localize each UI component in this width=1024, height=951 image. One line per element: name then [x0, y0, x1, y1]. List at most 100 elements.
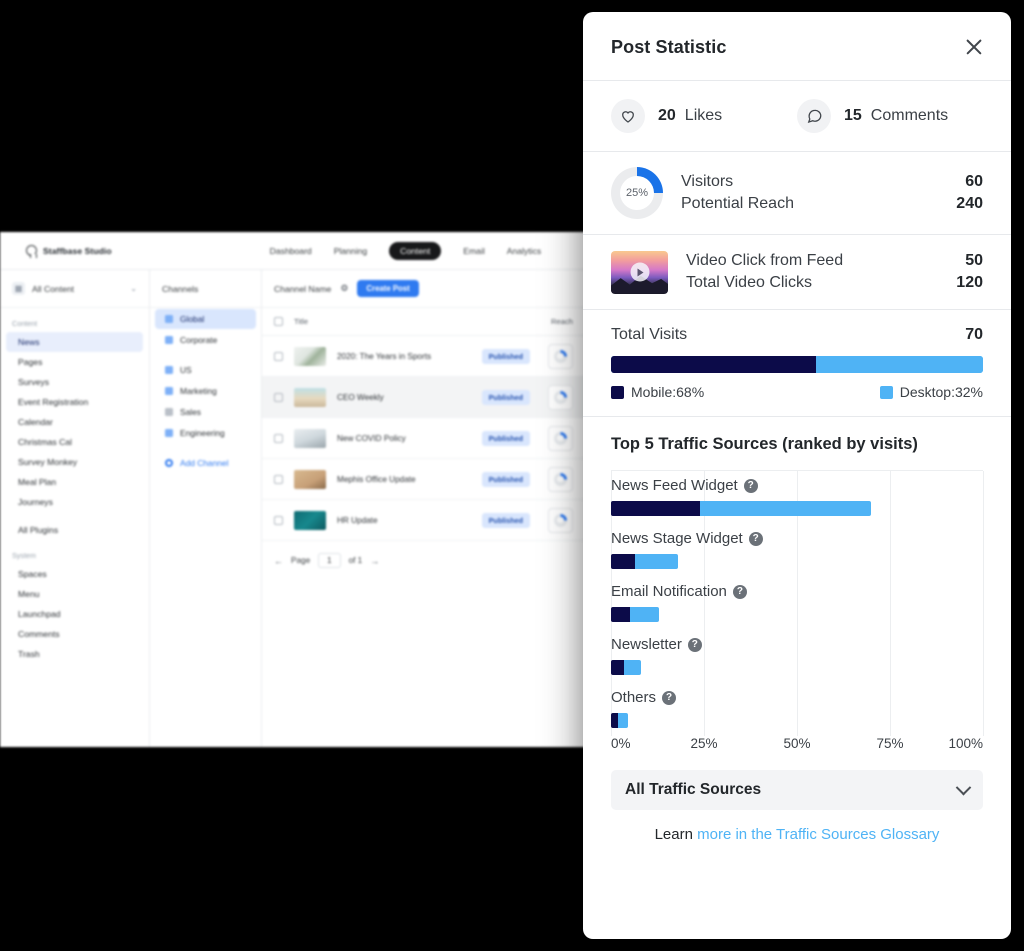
sidebar-item-survey-monkey[interactable]: Survey Monkey — [6, 452, 143, 472]
sidebar-section-system: System — [0, 540, 149, 564]
table-header: Title Reach — [262, 308, 585, 336]
sidebar-item-calendar[interactable]: Calendar — [6, 412, 143, 432]
sidebar-item-news[interactable]: News — [6, 332, 143, 352]
total-video-clicks-label: Total Video Clicks — [686, 274, 956, 292]
chart-bar-segment-mobile — [611, 660, 624, 675]
chart-stacked-bar — [611, 501, 871, 516]
comments-count: 15 — [844, 107, 862, 125]
traffic-sources-title: Top 5 Traffic Sources (ranked by visits) — [611, 435, 983, 454]
arrow-left-icon[interactable]: ← — [274, 556, 283, 566]
channel-item-engineering[interactable]: Engineering — [155, 423, 256, 443]
nav-item-analytics[interactable]: Analytics — [507, 246, 541, 256]
studio-nav: Dashboard Planning Content Email Analyti… — [270, 242, 542, 260]
sidebar-item-christmas-cal[interactable]: Christmas Cal — [6, 432, 143, 452]
content-header: Channel Name ⚙ Create Post — [262, 270, 585, 308]
table-row[interactable]: HR Update Published — [262, 500, 585, 541]
sidebar-item-menu[interactable]: Menu — [6, 584, 143, 604]
row-title: 2020: The Years in Sports — [337, 352, 482, 361]
sidebar-item-meal-plan[interactable]: Meal Plan — [6, 472, 143, 492]
chart-bars: News Feed Widget?News Stage Widget?Email… — [611, 471, 983, 736]
sidebar-item-trash[interactable]: Trash — [6, 644, 143, 664]
channel-item-global[interactable]: Global — [155, 309, 256, 329]
nav-item-content[interactable]: Content — [389, 242, 441, 260]
reach-indicator — [548, 508, 573, 533]
close-icon[interactable] — [961, 34, 987, 60]
heart-icon — [611, 99, 645, 133]
sidebar-item-surveys[interactable]: Surveys — [6, 372, 143, 392]
nav-item-planning[interactable]: Planning — [334, 246, 367, 256]
channel-item-sales[interactable]: Sales — [155, 402, 256, 422]
channel-square-icon — [165, 336, 173, 344]
add-channel-label: Add Channel — [180, 458, 228, 468]
question-mark-icon[interactable]: ? — [749, 532, 763, 546]
sidebar-item-all-plugins[interactable]: All Plugins — [6, 520, 143, 540]
sidebar-item-event-registration[interactable]: Event Registration — [6, 392, 143, 412]
table-row[interactable]: CEO Weekly Published — [262, 377, 585, 418]
chart-category-text: Newsletter — [611, 636, 682, 653]
table-row[interactable]: New COVID Policy Published — [262, 418, 585, 459]
nav-item-dashboard[interactable]: Dashboard — [270, 246, 312, 256]
chevron-down-icon: ⌄ — [130, 284, 137, 293]
sidebar-item-launchpad[interactable]: Launchpad — [6, 604, 143, 624]
chart-row: News Feed Widget? — [611, 471, 983, 524]
studio-topbar: Staffbase Studio Dashboard Planning Cont… — [0, 232, 585, 270]
sidebar-item-journeys[interactable]: Journeys — [6, 492, 143, 512]
brand-name: Staffbase Studio — [43, 246, 112, 256]
question-mark-icon[interactable]: ? — [744, 479, 758, 493]
all-content-filter[interactable]: ▦ All Content ⌄ — [0, 270, 149, 308]
row-title: New COVID Policy — [337, 434, 482, 443]
panel-footer: All Traffic Sources Learn more in the Tr… — [583, 762, 1011, 863]
row-checkbox[interactable] — [274, 475, 283, 484]
visits-desktop-segment — [816, 356, 983, 373]
gear-icon[interactable]: ⚙ — [340, 283, 348, 294]
comment-icon — [797, 99, 831, 133]
potential-reach-value: 240 — [956, 195, 983, 213]
column-header-reach: Reach — [551, 317, 573, 326]
table-row[interactable]: 2020: The Years in Sports Published — [262, 336, 585, 377]
channels-gap-2 — [150, 444, 261, 452]
sidebar-item-pages[interactable]: Pages — [6, 352, 143, 372]
reach-donut-icon — [554, 514, 567, 527]
table-row[interactable]: Mephis Office Update Published — [262, 459, 585, 500]
question-mark-icon[interactable]: ? — [662, 691, 676, 705]
row-checkbox[interactable] — [274, 434, 283, 443]
question-mark-icon[interactable]: ? — [733, 585, 747, 599]
all-traffic-sources-select[interactable]: All Traffic Sources — [611, 770, 983, 810]
chart-stacked-bar — [611, 713, 628, 728]
channel-item-corporate[interactable]: Corporate — [155, 330, 256, 350]
total-video-clicks-value: 120 — [956, 274, 983, 292]
sidebar-item-comments[interactable]: Comments — [6, 624, 143, 644]
sidebar-section-content: Content — [0, 308, 149, 332]
visits-mobile-segment — [611, 356, 816, 373]
likes-stat: 20 Likes — [611, 99, 797, 133]
add-channel-button[interactable]: Add Channel — [155, 453, 256, 473]
row-thumbnail — [294, 511, 326, 530]
page-number-input[interactable]: 1 — [318, 553, 340, 568]
reach-indicator — [548, 344, 573, 369]
chart-category-label: News Stage Widget? — [611, 530, 983, 547]
channel-item-marketing[interactable]: Marketing — [155, 381, 256, 401]
video-click-feed-row: Video Click from Feed 50 — [686, 250, 983, 272]
status-badge: Published — [482, 390, 530, 405]
row-checkbox[interactable] — [274, 352, 283, 361]
traffic-sources-block: Top 5 Traffic Sources (ranked by visits)… — [583, 417, 1011, 762]
chart-bar-segment-mobile — [611, 554, 635, 569]
channel-label: Marketing — [180, 386, 217, 396]
gridline — [983, 471, 984, 736]
question-mark-icon[interactable]: ? — [688, 638, 702, 652]
learn-prefix: Learn — [655, 826, 698, 843]
chevron-down-icon — [956, 779, 972, 795]
create-post-button[interactable]: Create Post — [357, 280, 418, 297]
pagination-label: Page — [291, 556, 310, 565]
channel-item-us[interactable]: US — [155, 360, 256, 380]
learn-more-text: Learn more in the Traffic Sources Glossa… — [611, 826, 983, 843]
select-all-checkbox[interactable] — [274, 317, 283, 326]
row-checkbox[interactable] — [274, 393, 283, 402]
traffic-sources-glossary-link[interactable]: more in the Traffic Sources Glossary — [697, 826, 939, 843]
visitors-row: Visitors 60 — [681, 171, 983, 193]
arrow-right-icon[interactable]: → — [370, 556, 379, 566]
row-checkbox[interactable] — [274, 516, 283, 525]
nav-item-email[interactable]: Email — [463, 246, 485, 256]
total-visits-label: Total Visits — [611, 326, 965, 344]
sidebar-item-spaces[interactable]: Spaces — [6, 564, 143, 584]
